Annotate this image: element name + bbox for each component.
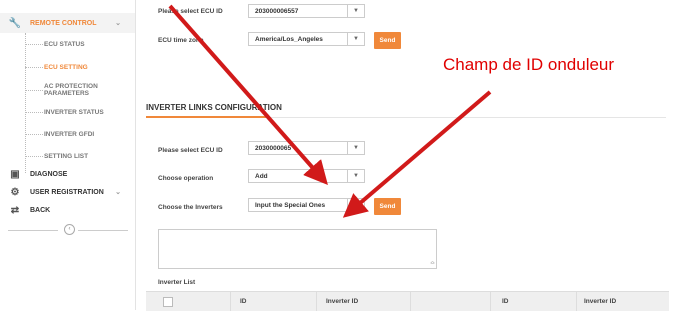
operation-select[interactable]: Add ▼: [248, 169, 365, 183]
subnav-label: SETTING LIST: [44, 152, 89, 160]
subnav-label: INVERTER STATUS: [44, 108, 104, 116]
dropdown-arrow-icon: ▼: [347, 199, 364, 211]
sidebar-collapse[interactable]: ‹: [8, 224, 128, 235]
subnav-ecu-status[interactable]: ECU STATUS: [0, 34, 135, 54]
inverters-send-button[interactable]: Send: [374, 198, 401, 215]
chevron-down-icon: ⌄: [115, 20, 121, 27]
nav-diagnose-label: DIAGNOSE: [30, 170, 68, 178]
main-content: Please select ECU ID 203000006557 ▼ ECU …: [136, 0, 683, 311]
subnav-label: ECU STATUS: [44, 40, 85, 48]
inverter-list-label: Inverter List: [158, 279, 196, 286]
subnav-label: INVERTER GFDI: [44, 130, 95, 138]
exit-icon: ⇄: [10, 204, 20, 216]
section-accent-bar: [146, 116, 266, 118]
nav-user-registration[interactable]: ⚙ USER REGISTRATION ⌄: [0, 182, 135, 202]
dropdown-arrow-icon: ▼: [347, 5, 364, 17]
subnav-ac-protection-parameters[interactable]: AC PROTECTION PARAMETERS: [0, 80, 135, 100]
subnav-label: AC PROTECTION PARAMETERS: [44, 83, 98, 97]
dropdown-arrow-icon: ▼: [347, 33, 364, 45]
nav-back-label: BACK: [30, 206, 51, 214]
inverter-ecu-value: 2030000065: [255, 145, 292, 152]
dropdown-arrow-icon: ▼: [347, 142, 364, 154]
annotation-caption: Champ de ID onduleur: [443, 55, 615, 74]
timezone-select[interactable]: America/Los_Angeles ▼: [248, 32, 365, 46]
resize-handle-icon[interactable]: ≏: [430, 260, 435, 267]
collapse-chevron-icon[interactable]: ‹: [64, 224, 75, 235]
ecu-id-value: 203000006557: [255, 8, 299, 15]
table-header-inverter-id: Inverter ID: [326, 298, 359, 305]
timezone-label: ECU time zone: [158, 37, 204, 44]
table-header-id: ID: [240, 298, 247, 305]
operation-label: Choose operation: [158, 175, 214, 182]
table-header-inverter-id-2: Inverter ID: [584, 298, 617, 305]
inverter-table-header: ID Inverter ID ID Inverter ID: [146, 291, 669, 311]
briefcase-icon: ▣: [10, 168, 20, 180]
inverters-select[interactable]: Input the Special Ones ▼: [248, 198, 365, 212]
subnav-setting-list[interactable]: SETTING LIST: [0, 146, 135, 166]
subnav-inverter-gfdi[interactable]: INVERTER GFDI: [0, 124, 135, 144]
inverters-label: Choose the Inverters: [158, 204, 223, 211]
sidebar: 🔧 REMOTE CONTROL ⌄ ECU STATUS ECU SETTIN…: [0, 0, 135, 310]
ecu-select-label: Please select ECU ID: [158, 8, 223, 15]
chevron-down-icon: ⌄: [115, 189, 121, 196]
nav-remote-control-label: REMOTE CONTROL: [30, 19, 97, 27]
subnav-ecu-setting[interactable]: ECU SETTING: [0, 57, 135, 77]
nav-remote-control[interactable]: 🔧 REMOTE CONTROL ⌄: [0, 13, 135, 33]
table-header-id-2: ID: [502, 298, 509, 305]
inverter-ecu-select[interactable]: 2030000065 ▼: [248, 141, 365, 155]
gears-icon: ⚙: [10, 186, 20, 198]
nav-diagnose[interactable]: ▣ DIAGNOSE: [0, 164, 135, 184]
inverter-ecu-label: Please select ECU ID: [158, 147, 223, 154]
subnav-label: ECU SETTING: [44, 63, 88, 71]
inverter-id-textarea[interactable]: ≏: [158, 229, 437, 269]
timezone-value: America/Los_Angeles: [255, 36, 323, 43]
timezone-send-button[interactable]: Send: [374, 32, 401, 49]
nav-back[interactable]: ⇄ BACK: [0, 200, 135, 220]
select-all-checkbox[interactable]: [163, 297, 173, 307]
section-title: INVERTER LINKS CONFIGURATION: [146, 103, 282, 112]
operation-value: Add: [255, 173, 268, 180]
subnav-inverter-status[interactable]: INVERTER STATUS: [0, 102, 135, 122]
ecu-id-select[interactable]: 203000006557 ▼: [248, 4, 365, 18]
inverters-value: Input the Special Ones: [255, 202, 326, 209]
wrench-icon: 🔧: [8, 17, 22, 29]
nav-user-registration-label: USER REGISTRATION: [30, 188, 104, 196]
dropdown-arrow-icon: ▼: [347, 170, 364, 182]
